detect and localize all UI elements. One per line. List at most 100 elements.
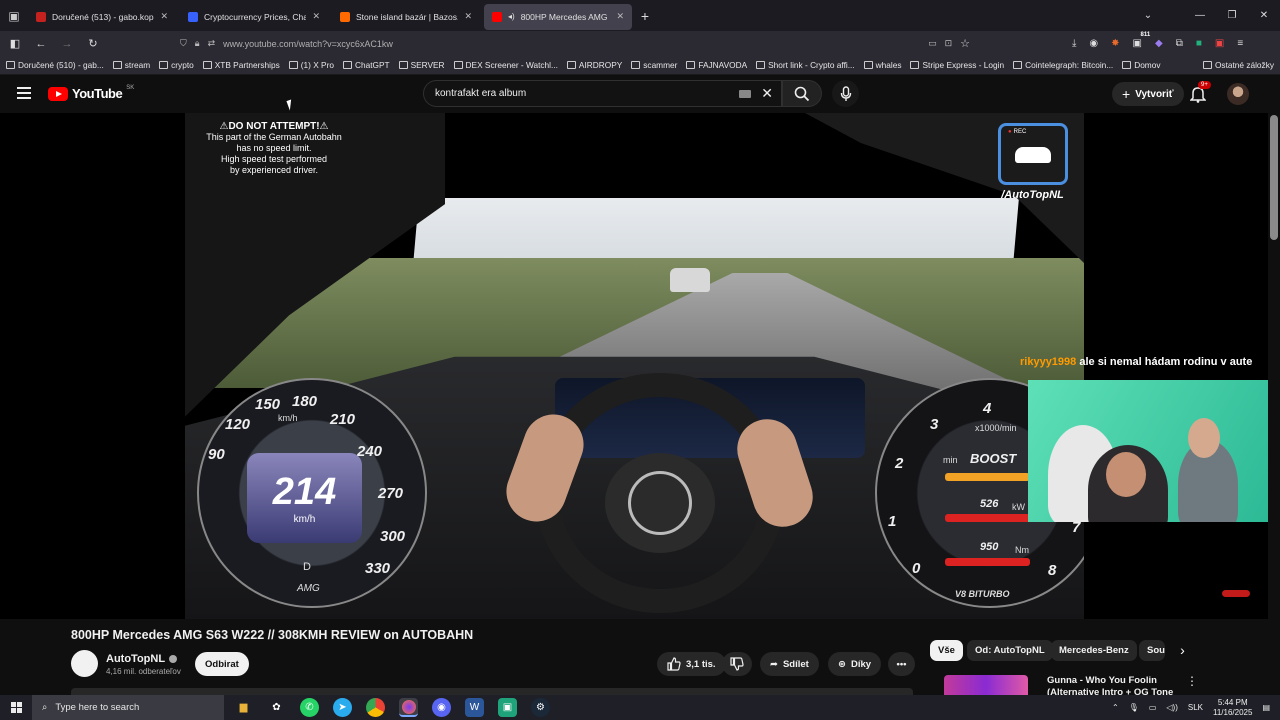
- close-window-button[interactable]: ✕: [1248, 10, 1280, 21]
- thanks-button[interactable]: ⊛ Díky: [828, 652, 882, 676]
- search-input[interactable]: kontrafakt era album ✕: [423, 80, 782, 107]
- extension-green-icon[interactable]: ■: [1196, 38, 1202, 49]
- search-button[interactable]: [782, 80, 822, 107]
- recommendation-more-icon[interactable]: ⋮: [1186, 674, 1198, 688]
- share-button[interactable]: ➦ Sdílet: [760, 652, 819, 676]
- bookmark-item[interactable]: Short link - Crypto affi...: [756, 60, 855, 70]
- tab-close-icon[interactable]: ✕: [312, 11, 320, 22]
- shield-icon[interactable]: ⛉: [180, 38, 187, 49]
- subscribe-button[interactable]: Odbirat: [195, 652, 249, 676]
- permissions-icon[interactable]: ⇄: [208, 38, 216, 49]
- account-icon[interactable]: ◉: [1089, 38, 1098, 49]
- back-button[interactable]: ←: [34, 38, 48, 50]
- browser-tab[interactable]: Stone island bazár | Bazos.sk ✕: [332, 4, 480, 30]
- speaker-icon[interactable]: ◂): [508, 12, 515, 21]
- steam-icon[interactable]: ⚙: [531, 698, 550, 717]
- file-explorer-icon[interactable]: ▆: [234, 698, 253, 717]
- other-bookmarks[interactable]: Ostatné záložky: [1202, 60, 1274, 70]
- notifications-tray-icon[interactable]: ▤: [1262, 703, 1270, 712]
- hamburger-menu-icon[interactable]: [17, 87, 31, 99]
- extension-purple-icon[interactable]: ◆: [1155, 38, 1163, 49]
- bookmark-item[interactable]: Doručené (510) - gab...: [6, 60, 104, 70]
- bookmark-item[interactable]: whales: [863, 60, 901, 70]
- video-frame[interactable]: 150 180 210 120 240 90 270 300 330 km/h …: [185, 113, 1084, 619]
- bookmark-item[interactable]: (1) X Pro: [288, 60, 334, 70]
- description-box[interactable]: [71, 688, 913, 695]
- bookmark-item[interactable]: FAJNAVODA: [686, 60, 747, 70]
- whatsapp-icon[interactable]: ✆: [300, 698, 319, 717]
- chip-mercedes-benz[interactable]: Mercedes-Benz: [1051, 640, 1137, 661]
- address-bar[interactable]: ⛉ 🔒︎ ⇄ www.youtube.com/watch?v=xcyc6xAC1…: [180, 37, 970, 50]
- bookmark-item[interactable]: Cointelegraph: Bitcoin...: [1013, 60, 1113, 70]
- user-avatar[interactable]: [1227, 83, 1249, 105]
- channel-name-link[interactable]: AutoTopNL: [106, 653, 178, 665]
- more-actions-button[interactable]: •••: [888, 652, 915, 676]
- browser-tab[interactable]: ◂) 800HP Mercedes AMG S63 ✕: [484, 3, 632, 30]
- bookmark-star-icon[interactable]: ☆: [960, 37, 970, 50]
- chrome-icon[interactable]: [366, 698, 385, 717]
- tab-close-icon[interactable]: ✕: [616, 11, 624, 22]
- clear-search-icon[interactable]: ✕: [761, 85, 773, 102]
- network-icon[interactable]: ▭: [1149, 703, 1157, 712]
- new-tab-button[interactable]: +: [632, 8, 658, 24]
- bookmark-item[interactable]: Stripe Express - Login: [910, 60, 1004, 70]
- pip-icon[interactable]: ▭: [928, 38, 937, 49]
- microphone-tray-icon[interactable]: 🎙︎: [1129, 703, 1139, 712]
- language-indicator[interactable]: SLK: [1188, 703, 1203, 712]
- recommendation-thumbnail[interactable]: [944, 675, 1028, 695]
- extension-icon[interactable]: ✸: [1111, 38, 1119, 49]
- extension-red-icon[interactable]: ▣: [1215, 38, 1224, 49]
- restore-button[interactable]: ❐: [1216, 10, 1248, 21]
- app-menu-icon[interactable]: ≡: [1237, 38, 1243, 49]
- tab-close-icon[interactable]: ✕: [464, 11, 472, 22]
- browser-tab[interactable]: Cryptocurrency Prices, Charts A ✕: [180, 4, 328, 30]
- chip-related[interactable]: Sou: [1139, 640, 1165, 661]
- extension-badge-icon[interactable]: ▣ 811: [1133, 32, 1151, 49]
- bookmark-item[interactable]: XTB Partnerships: [202, 60, 280, 70]
- like-button[interactable]: 3,1 tis.: [657, 652, 726, 676]
- browser-tab[interactable]: Doručené (513) - gabo.kopcek@ ✕: [28, 4, 176, 30]
- windows-start-button[interactable]: [0, 695, 32, 720]
- tab-overflow-chevron-icon[interactable]: ⌄: [1132, 10, 1164, 21]
- firefox-icon[interactable]: [399, 698, 418, 717]
- minimize-button[interactable]: —: [1184, 10, 1216, 21]
- channel-avatar[interactable]: [71, 650, 98, 677]
- create-button[interactable]: + Vytvoriť: [1112, 82, 1184, 106]
- telegram-icon[interactable]: ➤: [333, 698, 352, 717]
- bookmark-item[interactable]: Domov: [1122, 60, 1160, 70]
- bookmark-item[interactable]: DEX Screener - Watchl...: [453, 60, 558, 70]
- volume-icon[interactable]: ◁)): [1166, 703, 1177, 712]
- app-snake-icon[interactable]: ✿: [267, 698, 286, 717]
- tab-close-icon[interactable]: ✕: [160, 11, 168, 22]
- tray-overflow-icon[interactable]: ⌃: [1112, 703, 1119, 712]
- youtube-logo[interactable]: YouTube SK: [48, 85, 134, 101]
- notifications-button[interactable]: 9+: [1189, 81, 1211, 103]
- reload-button[interactable]: ↻: [86, 37, 100, 50]
- url-text[interactable]: www.youtube.com/watch?v=xcyc6xAC1kw: [223, 39, 920, 49]
- sidebar-toggle-icon[interactable]: ◧: [8, 37, 22, 50]
- clock[interactable]: 5:44 PM 11/16/2025: [1213, 698, 1252, 718]
- scrollbar-thumb[interactable]: [1270, 115, 1278, 240]
- bookmark-item[interactable]: crypto: [159, 60, 194, 70]
- downloads-icon[interactable]: ⤓: [1072, 38, 1076, 49]
- taskbar-search-box[interactable]: ⌕ Type here to search: [32, 695, 224, 720]
- voice-search-button[interactable]: [832, 80, 859, 107]
- bookmark-item[interactable]: ChatGPT: [342, 60, 390, 70]
- chevron-right-icon[interactable]: ›: [1172, 640, 1193, 661]
- keyboard-icon[interactable]: [739, 90, 751, 98]
- extensions-puzzle-icon[interactable]: ⧉: [1176, 38, 1183, 49]
- dislike-button[interactable]: [722, 652, 752, 676]
- chip-all[interactable]: Vše: [930, 640, 963, 661]
- bookmark-item[interactable]: AIRDROPY: [566, 60, 622, 70]
- bookmark-item[interactable]: stream: [112, 60, 150, 70]
- lock-icon[interactable]: 🔒︎: [195, 38, 200, 49]
- save-page-icon[interactable]: ⊡: [945, 38, 953, 49]
- discord-icon[interactable]: ◉: [432, 698, 451, 717]
- page-scrollbar[interactable]: [1268, 75, 1280, 695]
- bookmark-item[interactable]: SERVER: [398, 60, 445, 70]
- forward-button[interactable]: →: [60, 38, 74, 50]
- app-green-icon[interactable]: ▣: [498, 698, 517, 717]
- bookmark-item[interactable]: scammer: [631, 60, 677, 70]
- tab-list-icon[interactable]: ▣: [0, 0, 28, 31]
- word-icon[interactable]: W: [465, 698, 484, 717]
